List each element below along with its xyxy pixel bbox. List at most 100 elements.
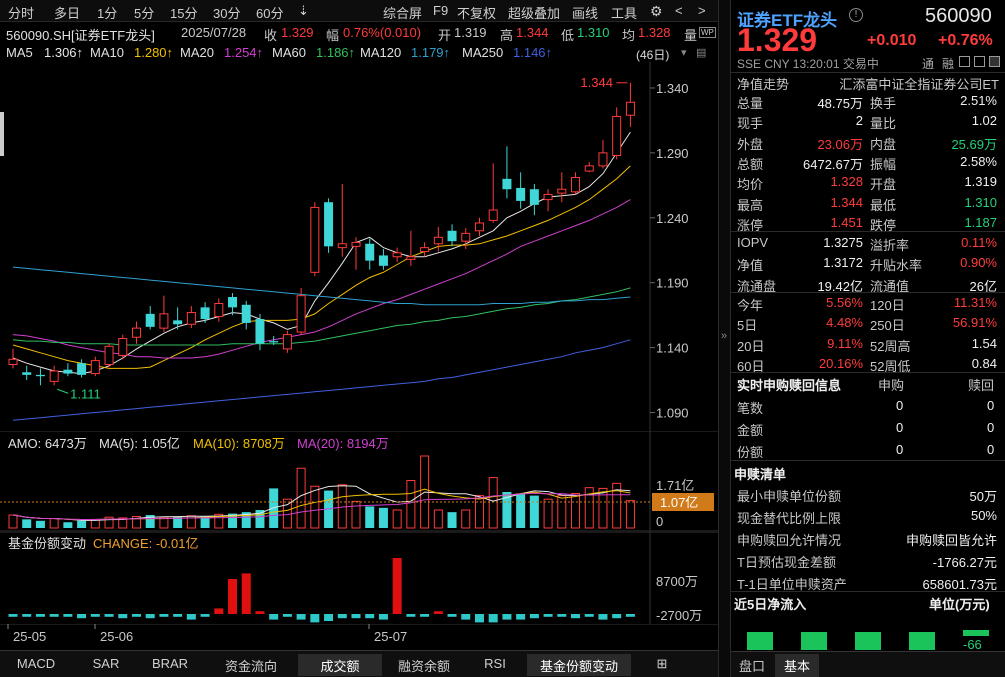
candle[interactable] [393,248,401,262]
toolbar-action-4[interactable]: 画线 [572,3,598,22]
amount-bar[interactable] [530,496,539,528]
amount-bar[interactable] [393,510,401,528]
fund-change-bar[interactable] [105,614,114,617]
fund-change-bar[interactable] [393,558,402,614]
amount-bar[interactable] [22,519,31,528]
amount-bar[interactable] [36,521,45,528]
fund-change-bar[interactable] [77,614,86,618]
amount-bar[interactable] [544,499,552,528]
candle[interactable] [36,368,45,385]
forward-arrow-icon[interactable]: > [698,3,706,18]
fund-change-bar[interactable] [36,614,45,617]
candle[interactable] [160,296,168,332]
fund-change-bar[interactable] [489,614,498,622]
candle[interactable] [146,306,155,329]
period-0[interactable]: 分时 [8,3,34,22]
candle[interactable] [572,172,580,194]
amount-bar[interactable] [255,510,264,528]
toolbar-action-3[interactable]: 超级叠加 [508,3,560,22]
candle[interactable] [585,162,593,172]
fund-svg[interactable]: 基金份额变动CHANGE: -0.01亿8700万-2700万 [0,532,718,624]
window-icon[interactable] [959,56,970,67]
amount-bar[interactable] [462,510,470,528]
candle[interactable] [379,249,388,270]
fund-change-bar[interactable] [201,614,210,617]
fund-change-bar[interactable] [420,614,429,617]
collapse-chevron-icon[interactable]: » [721,330,727,342]
toolbar-action-5[interactable]: 工具 [611,3,637,22]
fund-change-bar[interactable] [406,614,415,617]
amount-bar[interactable] [626,501,634,528]
amount-bar[interactable] [407,480,415,528]
fund-change-bar[interactable] [434,611,443,614]
candle[interactable] [77,359,86,377]
period-1[interactable]: 多日 [54,3,80,22]
fund-change-bar[interactable] [530,614,539,618]
amount-bar[interactable] [516,493,525,528]
fund-change-bar[interactable] [448,614,457,617]
candle[interactable] [407,231,415,266]
fund-change-bar[interactable] [516,614,525,620]
candle[interactable] [516,172,525,208]
candle[interactable] [283,331,291,353]
wp-badge[interactable]: WP [699,27,716,38]
fund-change-bar[interactable] [228,579,237,614]
info-icon[interactable]: ! [849,8,863,22]
expand-icon[interactable] [974,56,985,67]
amount-bar[interactable] [50,519,58,528]
candle[interactable] [119,335,127,360]
menu-icon[interactable] [989,56,1000,67]
period-dropdown-icon[interactable]: ▾ [681,46,687,59]
fund-change-bar[interactable] [173,614,182,617]
amount-svg[interactable]: AMO: 6473万MA(5): 1.05亿MA(10): 8708万MA(20… [0,432,718,532]
fund-change-bar[interactable] [475,614,484,622]
fund-change-bar[interactable] [557,614,566,617]
fund-change-bar[interactable] [585,614,594,617]
candle[interactable] [22,366,31,380]
candle[interactable] [421,242,429,256]
candle[interactable] [132,322,140,344]
candle[interactable] [475,218,483,236]
candle[interactable] [255,314,264,350]
period-2[interactable]: 1分 [97,3,117,22]
indicator-tab-1[interactable]: SAR [80,654,132,676]
amount-bar[interactable] [489,478,497,528]
amount-bar[interactable] [475,496,483,528]
amount-bar[interactable] [599,488,607,528]
amount-bar[interactable] [63,522,72,528]
amount-bar[interactable] [9,515,17,528]
amount-bar[interactable] [572,493,580,528]
candle[interactable] [50,366,58,385]
amount-bar[interactable] [558,496,566,528]
kline-svg[interactable]: 1.3401.2901.2401.1901.1401.0901.3441.111 [0,62,718,432]
fund-change-bar[interactable] [187,614,196,620]
candle[interactable] [544,189,552,211]
fund-share-chart[interactable]: 基金份额变动CHANGE: -0.01亿8700万-2700万 [0,532,718,624]
fund-change-bar[interactable] [626,614,635,617]
fund-change-bar[interactable] [461,614,470,620]
indicator-tab-3[interactable]: 资金流向 [214,654,288,676]
fund-change-bar[interactable] [612,614,621,618]
indicator-tab-0[interactable]: MACD [0,654,72,676]
indicator-tab-6[interactable]: RSI [469,654,521,676]
amount-bar[interactable] [448,512,457,528]
candle[interactable] [558,172,566,202]
fund-change-bar[interactable] [338,614,347,618]
back-arrow-icon[interactable]: < [675,3,683,18]
fund-change-bar[interactable] [214,608,223,614]
fund-change-bar[interactable] [571,614,580,618]
fund-change-bar[interactable] [269,614,278,620]
fund-change-bar[interactable] [324,614,333,621]
candle[interactable] [626,83,634,127]
candle[interactable] [63,363,72,376]
panel-divider[interactable]: » [718,0,731,677]
indicator-tab-8[interactable]: ⊞ [648,654,676,676]
period-6[interactable]: 60分 [256,3,283,22]
amount-chart[interactable]: AMO: 6473万MA(5): 1.05亿MA(10): 8708万MA(20… [0,432,718,532]
candle[interactable] [462,228,470,249]
candle[interactable] [187,306,195,328]
candle[interactable] [242,301,251,330]
period-5[interactable]: 30分 [213,3,240,22]
settings-gear-icon[interactable]: ⚙ [650,3,663,20]
candle[interactable] [613,107,621,159]
